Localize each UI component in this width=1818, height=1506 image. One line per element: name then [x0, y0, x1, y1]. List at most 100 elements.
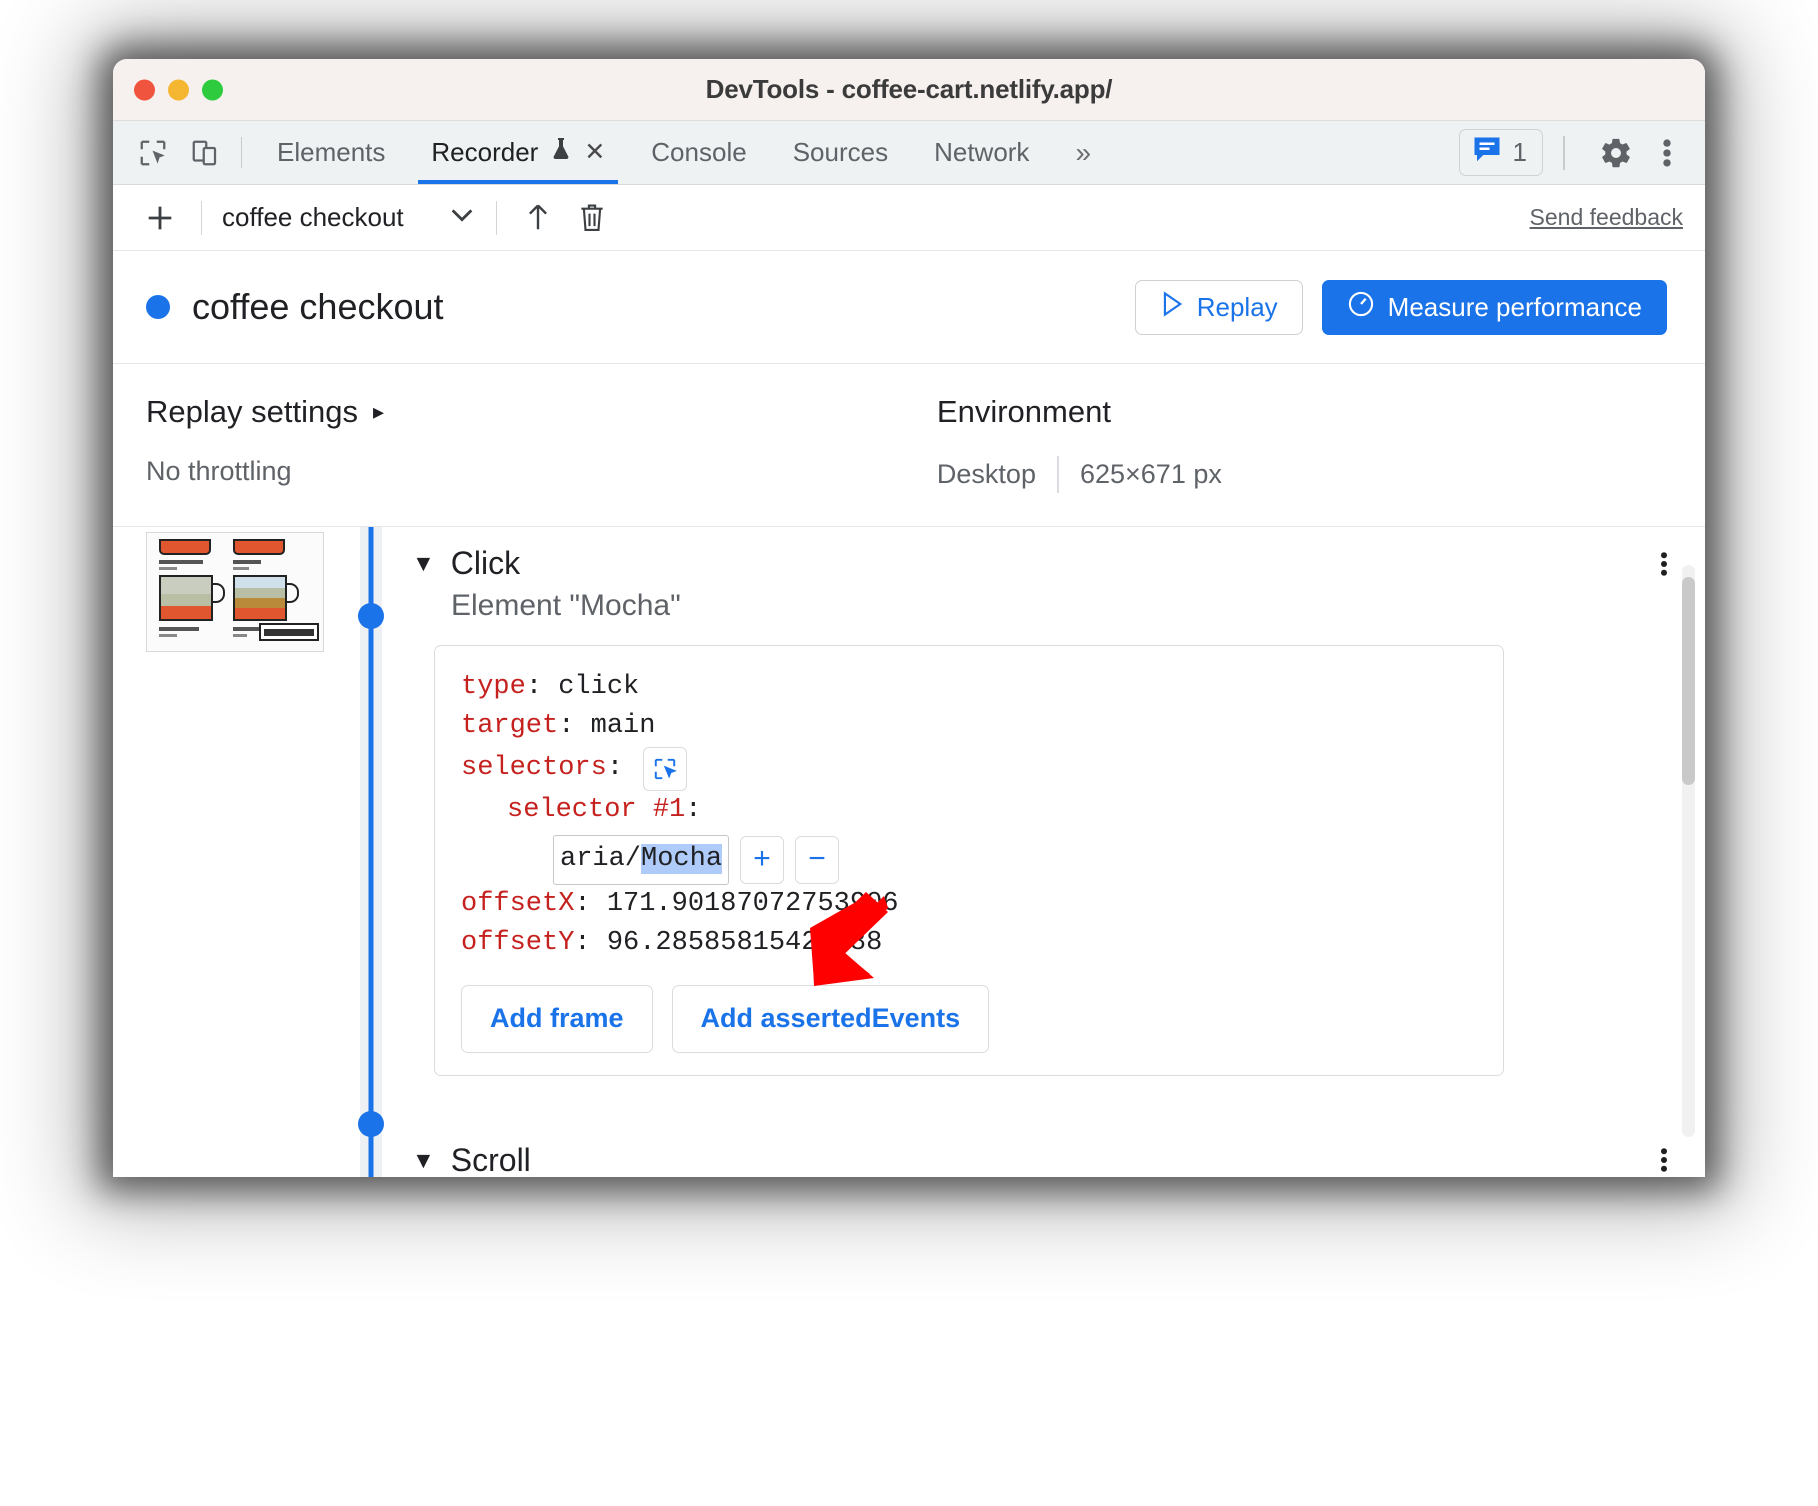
window-title: DevTools - coffee-cart.netlify.app/	[705, 74, 1113, 104]
send-feedback-link[interactable]: Send feedback	[1530, 204, 1683, 231]
chevron-double-right-icon: »	[1075, 136, 1090, 168]
tab-elements-label: Elements	[277, 137, 386, 167]
steps-timeline-rail	[358, 527, 384, 1177]
step-scroll-title: Scroll	[450, 1141, 531, 1177]
field-offsetx: offsetX: 171.90187072753906	[461, 885, 1477, 924]
screenshot-root: DevTools - coffee-cart.netlify.app/ Elem…	[0, 0, 1818, 1506]
field-type: type: click	[461, 668, 1477, 707]
recording-status-dot	[146, 295, 170, 319]
field-offsety-key: offsetY	[461, 928, 575, 959]
environment-divider	[1056, 456, 1059, 493]
environment-values: Desktop 625×671 px	[937, 456, 1222, 493]
step-scroll-kebab-menu-icon[interactable]	[1643, 1145, 1685, 1175]
replay-button[interactable]: Replay	[1134, 279, 1303, 335]
tabbar-divider	[241, 137, 242, 168]
gear-icon[interactable]	[1585, 136, 1647, 170]
remove-selector-button[interactable]: −	[795, 835, 840, 884]
create-recording-button[interactable]	[133, 201, 187, 235]
window-controls[interactable]	[134, 79, 223, 100]
recording-actions: Replay Measure performance	[1134, 279, 1667, 335]
issues-count: 1	[1512, 137, 1527, 167]
field-offsetx-key: offsetX	[461, 888, 575, 919]
step-click-header[interactable]: ▼ Click	[412, 527, 1685, 582]
toolbar-divider-2	[495, 200, 497, 235]
field-selectors-key: selectors	[461, 753, 607, 784]
performance-gauge-icon	[1347, 290, 1375, 325]
tabbar-overflow-button[interactable]: »	[1052, 121, 1110, 184]
recorder-toolbar: coffee checkout Send feedback	[113, 185, 1705, 251]
environment-column: Environment Desktop 625×671 px	[937, 394, 1222, 526]
kebab-menu-icon[interactable]	[1647, 136, 1687, 170]
tab-network-label: Network	[934, 137, 1030, 167]
inspect-element-icon[interactable]	[127, 121, 179, 184]
selector-picker-icon[interactable]	[643, 746, 688, 791]
chevron-down-icon	[448, 205, 476, 230]
environment-label: Environment	[936, 394, 1111, 429]
page-title: coffee checkout	[192, 286, 444, 327]
field-selector-1-key: selector #1	[507, 794, 686, 825]
step-scroll-caret[interactable]: ▼	[412, 1147, 435, 1174]
recording-select[interactable]: coffee checkout	[216, 202, 482, 233]
environment-device: Desktop	[936, 459, 1036, 489]
add-asserted-events-button[interactable]: Add assertedEvents	[671, 985, 990, 1053]
device-toolbar-icon[interactable]	[179, 121, 231, 184]
tab-elements[interactable]: Elements	[254, 121, 408, 184]
step-click-kebab-menu-icon[interactable]	[1643, 549, 1685, 579]
field-offsety: offsetY: 96.28585815429688	[461, 924, 1477, 963]
devtools-window: DevTools - coffee-cart.netlify.app/ Elem…	[113, 59, 1705, 1177]
tabbar-right-controls: 1	[1458, 121, 1705, 184]
close-recorder-tab-icon[interactable]: ✕	[584, 140, 605, 165]
devtools-tabbar: Elements Recorder ✕ Console Sources Netw…	[113, 121, 1705, 185]
field-selector-1: selector #1:	[507, 791, 1477, 830]
toolbar-divider-1	[201, 200, 202, 235]
step-scroll: ▼ Scroll	[412, 1124, 1685, 1177]
window-titlebar: DevTools - coffee-cart.netlify.app/	[113, 59, 1705, 121]
add-frame-button[interactable]: Add frame	[461, 985, 653, 1053]
field-offsetx-value: 171.90187072753906	[606, 888, 899, 919]
tab-console-label: Console	[651, 137, 747, 167]
trash-icon[interactable]	[565, 201, 619, 235]
throttling-value: No throttling	[146, 456, 292, 486]
maximize-window-button[interactable]	[202, 79, 223, 100]
step-scroll-header[interactable]: ▼ Scroll	[412, 1124, 1685, 1177]
tab-network[interactable]: Network	[911, 121, 1052, 184]
step-click-add-buttons: Add frame Add assertedEvents	[461, 985, 1477, 1053]
steps-scrollbar-thumb[interactable]	[1682, 577, 1695, 785]
steps-area: ▼ Click Element "Mocha" type: click targ…	[113, 527, 1705, 1177]
experiment-flask-icon	[549, 136, 573, 169]
selector-input-row: aria/Mocha + −	[553, 835, 1477, 885]
tab-console[interactable]: Console	[628, 121, 769, 184]
tab-recorder-label: Recorder	[431, 137, 539, 167]
replay-button-label: Replay	[1196, 291, 1278, 322]
tab-sources-label: Sources	[792, 137, 889, 167]
step-click-caret[interactable]: ▼	[412, 550, 435, 577]
add-selector-button[interactable]: +	[740, 835, 785, 884]
selector-input-prefix: aria/	[560, 844, 642, 875]
field-offsety-value: 96.28585815429688	[606, 928, 883, 959]
close-window-button[interactable]	[134, 79, 155, 100]
selector-input[interactable]: aria/Mocha	[553, 835, 730, 885]
tab-recorder[interactable]: Recorder ✕	[408, 121, 628, 184]
step-click-title: Click	[450, 545, 521, 581]
field-target-value: main	[590, 711, 656, 742]
field-target-key: target	[461, 711, 559, 742]
step-click: ▼ Click Element "Mocha" type: click targ…	[412, 527, 1685, 1076]
issues-badge-button[interactable]: 1	[1458, 129, 1543, 176]
step-click-subtitle: Element "Mocha"	[451, 589, 681, 622]
measure-performance-button[interactable]: Measure performance	[1321, 279, 1667, 335]
replay-settings-label: Replay settings	[146, 394, 358, 429]
minimize-window-button[interactable]	[168, 79, 189, 100]
replay-settings-toggle[interactable]: Replay settings ▸	[146, 394, 937, 430]
field-target: target: main	[461, 707, 1477, 746]
timeline-dot-scroll[interactable]	[358, 1111, 384, 1137]
export-upload-icon[interactable]	[511, 201, 565, 235]
environment-viewport: 625×671 px	[1079, 459, 1222, 489]
tab-sources[interactable]: Sources	[770, 121, 911, 184]
message-icon	[1472, 136, 1502, 169]
steps-scrollbar[interactable]	[1682, 565, 1695, 1137]
settings-row: Replay settings ▸ No throttling Environm…	[113, 364, 1705, 527]
play-triangle-icon	[1160, 290, 1184, 324]
recording-title-group: coffee checkout	[146, 286, 444, 328]
timeline-dot-click[interactable]	[358, 603, 384, 629]
screenshot-thumbnail	[146, 532, 324, 652]
